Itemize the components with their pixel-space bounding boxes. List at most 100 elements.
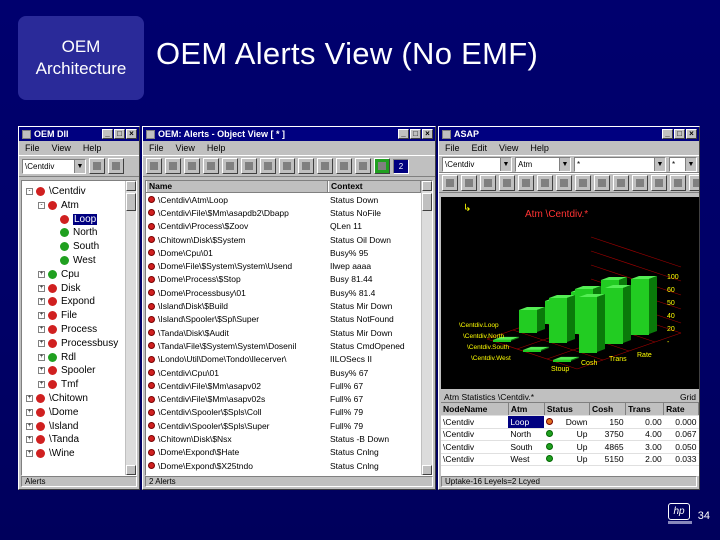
close-icon[interactable]: × [686,129,697,139]
status-green-icon[interactable] [374,158,390,174]
expand-icon[interactable]: + [38,298,45,306]
open-icon[interactable] [146,158,162,174]
scroll-down-icon[interactable] [126,465,136,475]
menu-help[interactable]: Help [83,143,102,153]
chevron-down-icon[interactable]: ▼ [500,157,511,171]
alert-row[interactable]: \Chitown\Disk\$Nsx Status -B Down [146,432,421,445]
alert-row[interactable]: \Centdiv\File\$Mm\asapv02 Full% 67 [146,379,421,392]
expand-icon[interactable]: - [26,188,33,195]
column-name[interactable]: Name [146,181,328,192]
chevron-down-icon[interactable]: ▼ [685,157,696,171]
scroll-down-icon[interactable] [422,465,432,475]
filter-icon[interactable] [241,158,257,174]
tool-button[interactable] [518,175,534,191]
tree-item[interactable]: + File [38,309,77,322]
alert-row[interactable]: \Londo\Util\Dome\Tondo\Ilecerver\ IILOSec… [146,353,421,366]
expand-icon[interactable]: + [26,408,33,416]
asap-object-combo[interactable]: * ▼ [574,156,666,172]
stats-column-header[interactable]: Rate [663,403,699,416]
expand-icon[interactable]: + [26,395,33,402]
oem-dll-titlebar[interactable]: OEM Dll _ □ × [19,127,139,141]
alert-row[interactable]: \Dome\File\$System\System\Usend Ilwep aaa… [146,259,421,272]
alert-row[interactable]: \Dome\Cpu\01 Busy% 95 [146,246,421,259]
alert-row[interactable]: \Dome\Expond\$X25tndo Status Cnlng [146,459,421,472]
view-icon[interactable] [317,158,333,174]
stats-column-header[interactable]: Atm [508,403,545,416]
menu-view[interactable]: View [52,143,71,153]
chevron-down-icon[interactable]: ▼ [654,157,665,171]
tree-item[interactable]: + Process [38,323,97,336]
tree-item[interactable]: + Cpu [38,268,79,281]
column-context[interactable]: Context [328,181,421,192]
chevron-down-icon[interactable]: ▼ [559,157,570,171]
menu-help[interactable]: Help [207,143,226,153]
expand-icon[interactable]: + [38,339,45,347]
alert-row[interactable]: \Tanda\File\$System\System\Dosenil Status… [146,339,421,352]
expand-icon[interactable]: + [38,353,45,361]
tool-button[interactable] [632,175,648,191]
tree-item[interactable]: + \Tanda [26,433,79,446]
info-icon[interactable] [355,158,371,174]
tree-item[interactable]: + Tmf [38,378,78,391]
minimize-icon[interactable]: _ [398,129,409,139]
scroll-up-icon[interactable] [422,181,432,191]
alert-row[interactable]: \Island\Spooler\$Spl\Super Status NotFoun… [146,313,421,326]
tree-item[interactable]: + \Chitown [26,392,88,405]
alert-row[interactable]: \Dome\Processbusy\01 Busy% 81.4 [146,286,421,299]
alert-row[interactable]: \Island\Disk\$Build Status Mir Down [146,299,421,312]
tool-button[interactable] [670,175,686,191]
tree-item[interactable]: + Spooler [38,364,95,377]
tree-item[interactable]: - Atm [38,199,79,212]
tree-item[interactable]: South [50,240,99,253]
save-icon[interactable] [165,158,181,174]
expand-icon[interactable]: + [26,450,33,458]
minimize-icon[interactable]: _ [102,129,113,139]
maximize-icon[interactable]: □ [674,129,685,139]
tool-button[interactable] [108,158,124,174]
expand-icon[interactable]: + [26,422,33,430]
tree-item[interactable]: Loop [50,213,98,226]
asap-titlebar[interactable]: ASAP _ □ × [439,127,699,141]
expand-icon[interactable]: + [38,312,45,320]
close-icon[interactable]: × [422,129,433,139]
stats-row[interactable]: \Centdiv West Up 5150 2.00 0.033 [441,453,699,466]
node-combo[interactable]: \Centdiv ▼ [22,158,86,174]
scroll-up-icon[interactable] [126,181,136,191]
alert-row[interactable]: \Centdiv\Spooler\$Spls\Super Full% 79 [146,419,421,432]
alert-row[interactable]: \Dome\Expond\$Hate Status Cnlng [146,446,421,459]
minimize-icon[interactable]: _ [662,129,673,139]
asap-entity-combo[interactable]: Atm ▼ [515,156,571,172]
tool-button[interactable] [689,175,699,191]
menu-file[interactable]: File [25,143,40,153]
stats-row[interactable]: \Centdiv South Up 4865 3.00 0.050 [441,440,699,454]
oem-dll-window[interactable]: OEM Dll _ □ × File View Help \Centdiv ▼ -… [18,126,140,490]
tool-button[interactable] [613,175,629,191]
tool-button[interactable] [442,175,458,191]
alert-row[interactable]: \Centdiv\File\$Mm\asapdb2\Dbapp Status No… [146,206,421,219]
tool-button[interactable] [89,158,105,174]
expand-icon[interactable]: + [38,326,45,333]
expand-icon[interactable]: + [38,270,45,278]
tool-button[interactable] [480,175,496,191]
expand-icon[interactable]: + [26,436,33,444]
scroll-thumb[interactable] [422,193,432,211]
tree-item[interactable]: + Processbusy [38,337,118,350]
stats-column-header[interactable]: Cosh [589,403,627,416]
chevron-down-icon[interactable]: ▼ [74,159,85,173]
alerts-scrollbar[interactable] [421,181,432,475]
asap-node-combo[interactable]: \Centdiv ▼ [442,156,512,172]
alert-row[interactable]: \Centdiv\Atm\Loop Status Down [146,193,421,206]
stats-column-header[interactable]: Status [544,403,590,416]
tool-button[interactable] [499,175,515,191]
alert-row[interactable]: \Centdiv\File\$Mm\asapv02s Full% 67 [146,392,421,405]
tool-button[interactable] [651,175,667,191]
alert-row[interactable]: \Centdiv\Spooler\$Spls\Coll Full% 79 [146,406,421,419]
alerts-window[interactable]: OEM: Alerts - Object View [ * ] _ □ × Fi… [142,126,436,490]
menu-view[interactable]: View [176,143,195,153]
copy-icon[interactable] [184,158,200,174]
alert-icon[interactable] [336,158,352,174]
tree-item[interactable]: + \Island [26,420,78,433]
find-icon[interactable] [222,158,238,174]
stats-column-header[interactable]: Trans [625,403,665,416]
expand-icon[interactable]: - [38,201,45,209]
